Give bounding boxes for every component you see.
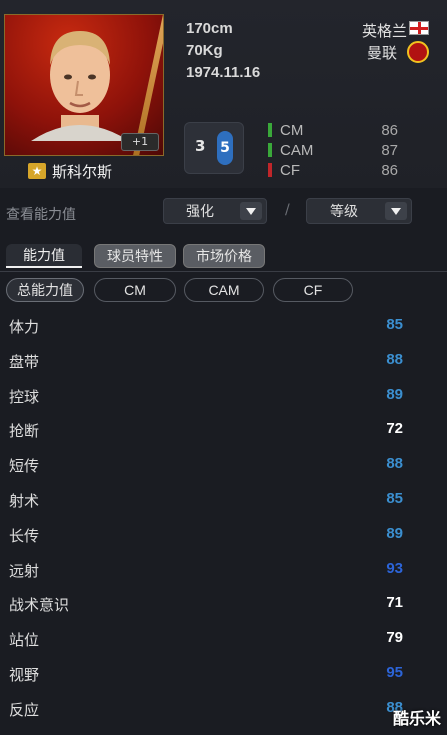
tab-player-traits[interactable]: 球员特性 <box>94 244 176 268</box>
stat-row: 视野 95 <box>0 656 447 691</box>
stat-value: 71 <box>386 594 403 612</box>
position-rating: 86 <box>381 121 398 139</box>
stat-label: 长传 <box>9 526 40 545</box>
stat-value: 89 <box>386 385 403 403</box>
stat-label: 体力 <box>9 318 40 336</box>
player-info: 170cm 70Kg 1974.11.16 <box>186 18 260 84</box>
england-flag-icon <box>409 21 429 35</box>
level-dropdown-value: 等级 <box>330 204 358 220</box>
chevron-down-icon[interactable] <box>385 202 407 220</box>
view-abilities-row: 查看能力值 强化 / 等级 <box>0 198 447 228</box>
weak-foot-value: 3 <box>195 137 206 155</box>
player-club: 曼联 <box>366 44 397 62</box>
ability-subtabs: 总能力值 CM CAM CF <box>0 278 447 304</box>
dropdown-separator: / <box>285 202 290 218</box>
stat-label: 抢断 <box>9 422 40 441</box>
view-abilities-label: 查看能力值 <box>6 207 76 223</box>
stat-label: 盘带 <box>9 352 40 371</box>
stat-value: 88 <box>386 350 403 368</box>
foot-rating: 3 5 <box>184 122 244 174</box>
position-rating: 86 <box>381 161 398 179</box>
position-name: CF <box>280 161 300 179</box>
subtab-overall[interactable]: 总能力值 <box>6 278 84 302</box>
enhance-dropdown-value: 强化 <box>186 204 214 220</box>
position-name: CM <box>280 121 304 139</box>
stat-value: 72 <box>386 420 403 438</box>
player-birthdate: 1974.11.16 <box>186 64 261 81</box>
stat-row: 盘带 88 <box>0 343 447 378</box>
stat-row: 长传 89 <box>0 517 447 552</box>
stat-label: 视野 <box>9 665 40 684</box>
stat-value: 85 <box>386 489 403 507</box>
stat-row: 控球 89 <box>0 378 447 413</box>
subtab-cam[interactable]: CAM <box>184 278 264 302</box>
stat-value: 93 <box>386 559 403 577</box>
player-name-row: ★ 斯科尔斯 <box>28 160 112 182</box>
stat-row: 射术 85 <box>0 482 447 517</box>
club-crest-icon <box>407 41 429 63</box>
stat-value: 89 <box>386 524 403 542</box>
chevron-down-icon[interactable] <box>240 202 262 220</box>
stat-label: 站位 <box>9 631 40 650</box>
level-dropdown[interactable]: 等级 <box>306 198 412 224</box>
player-name: 斯科尔斯 <box>52 162 113 181</box>
position-name: CAM <box>280 141 314 159</box>
stats-list: 体力 85 盘带 88 控球 89 抢断 72 短传 88 射术 85 长传 89 远射 93 … <box>0 308 447 726</box>
subtab-cm[interactable]: CM <box>94 278 176 302</box>
player-weight: 70Kg <box>186 42 223 59</box>
position-ratings: CM 86 CAM 87 CF 86 <box>268 120 398 180</box>
stat-label: 短传 <box>9 457 40 476</box>
watermark-logo: 酷乐米 <box>392 709 441 728</box>
position-color-mark <box>268 163 272 177</box>
tab-ability[interactable]: 能力值 <box>6 244 82 268</box>
position-row: CF 86 <box>268 160 398 180</box>
stat-row: 远射 93 <box>0 552 447 587</box>
strong-foot-value: 5 <box>217 131 233 165</box>
stat-label: 远射 <box>9 561 40 580</box>
stat-value: 79 <box>386 629 403 647</box>
position-color-mark <box>268 143 272 157</box>
star-icon: ★ <box>28 163 46 179</box>
stat-row: 短传 88 <box>0 447 447 482</box>
position-rating: 87 <box>381 141 398 159</box>
position-row: CAM 87 <box>268 140 398 160</box>
boost-badge: +1 <box>121 133 159 151</box>
main-tabs: 能力值 球员特性 市场价格 <box>0 242 447 272</box>
tab-market-price[interactable]: 市场价格 <box>183 244 265 268</box>
stat-label: 战术意识 <box>9 596 70 615</box>
stat-value: 85 <box>386 316 403 333</box>
enhance-dropdown[interactable]: 强化 <box>163 198 267 224</box>
subtab-cf[interactable]: CF <box>273 278 353 302</box>
stat-value: 95 <box>386 663 403 681</box>
stat-value: 88 <box>386 455 403 473</box>
player-header: +1 ★ 斯科尔斯 170cm 70Kg 1974.11.16 英格兰 曼联 3… <box>0 0 447 188</box>
position-color-mark <box>268 123 272 137</box>
stat-row: 站位 79 <box>0 621 447 656</box>
player-nation: 英格兰 <box>361 22 407 40</box>
player-card: +1 <box>4 14 164 156</box>
player-height: 170cm <box>186 20 233 37</box>
stat-label: 反应 <box>9 700 40 719</box>
player-portrait <box>31 31 129 141</box>
stat-row: 战术意识 71 <box>0 586 447 621</box>
stat-row: 体力 85 <box>0 308 447 343</box>
position-row: CM 86 <box>268 120 398 140</box>
stat-label: 控球 <box>9 387 40 406</box>
stat-row: 反应 88 <box>0 691 447 726</box>
stat-row: 抢断 72 <box>0 412 447 447</box>
stat-label: 射术 <box>9 491 40 510</box>
